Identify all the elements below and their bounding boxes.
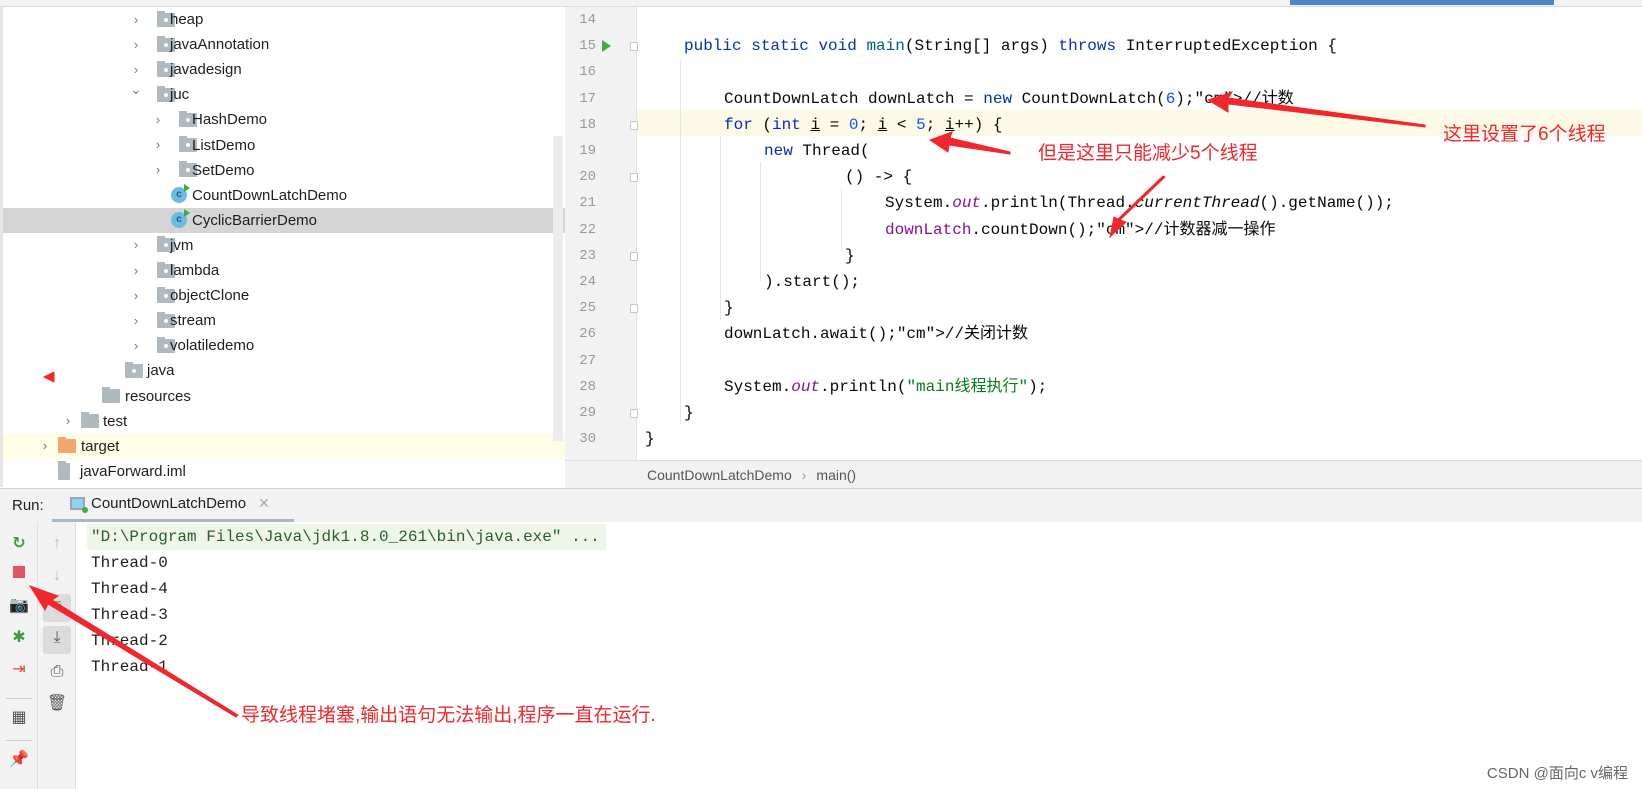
- arrow-to-countdown: [1109, 175, 1166, 239]
- arrow-to-loop-limit: [928, 131, 1011, 155]
- watermark: CSDN @面向c v编程: [1486, 765, 1628, 782]
- annotation-arrows: [28, 91, 1426, 718]
- arrow-to-latch-count: [1206, 91, 1426, 128]
- tree-marker-triangle: [42, 371, 55, 383]
- arrow-to-stop-button: [28, 585, 239, 718]
